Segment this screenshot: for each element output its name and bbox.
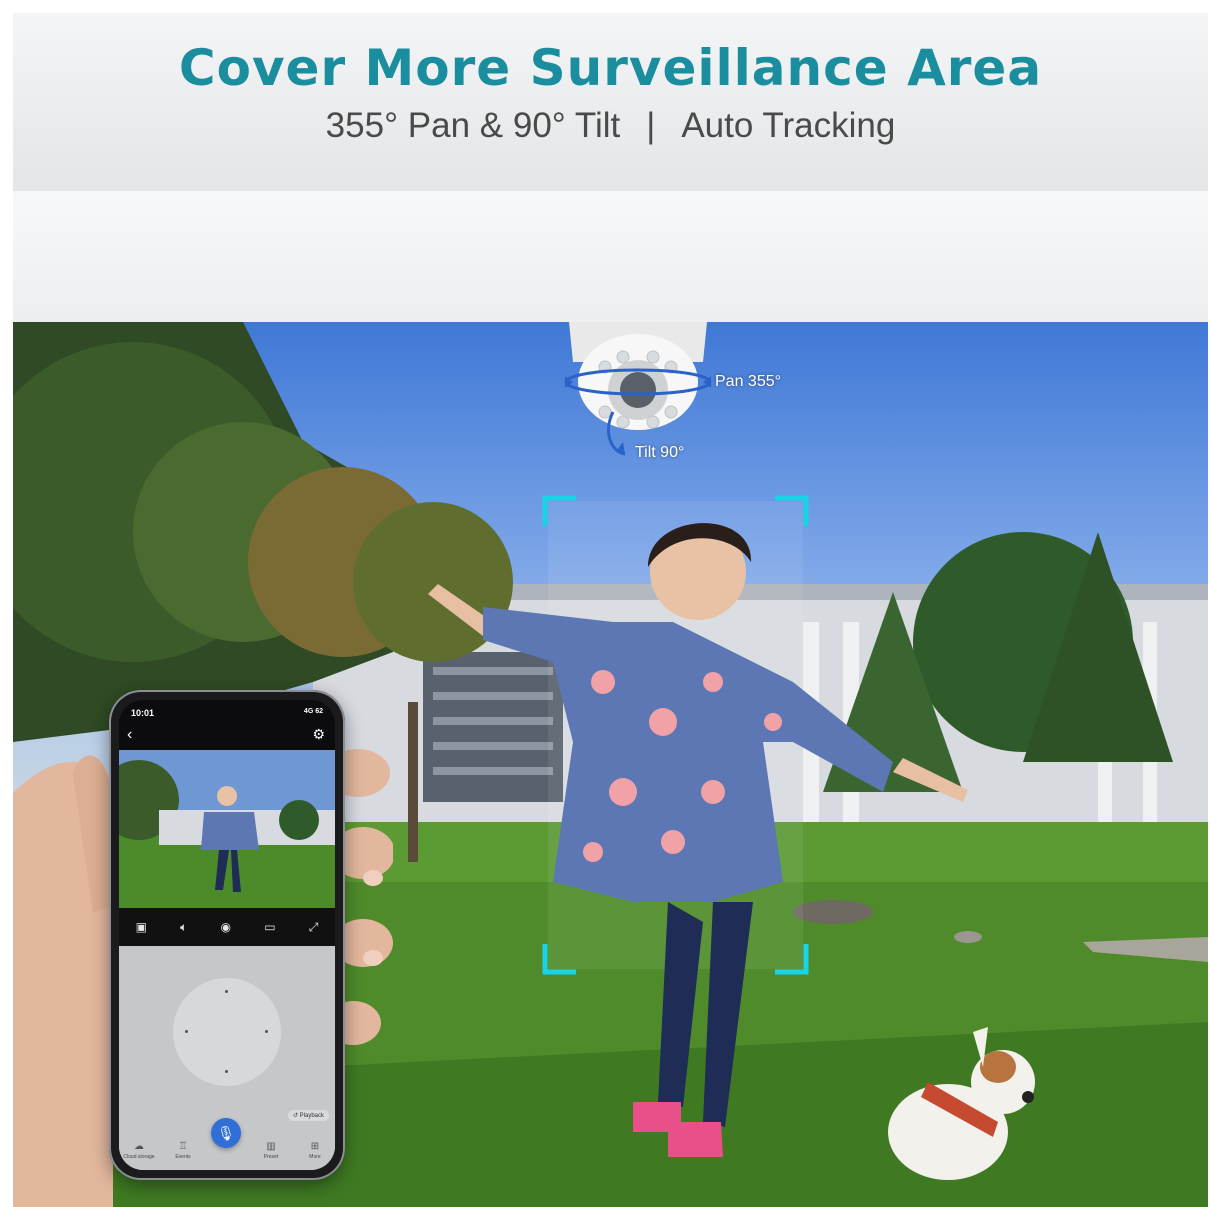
microphone-button[interactable]: 🎙︎: [211, 1118, 241, 1148]
status-bar: 10:01 4G 62: [119, 700, 335, 722]
live-video[interactable]: [119, 750, 335, 908]
playback-button[interactable]: ↺ Playback: [287, 1110, 329, 1121]
nav-label: Events: [175, 1154, 191, 1160]
bottom-nav: ☁ Cloud storage ♖ Events 🎙︎ ▥ Preset ⊞ More: [119, 1118, 335, 1170]
smartphone: 10:01 4G 62 ‹ ⚙ ▣ 🔈︎ ◉ ▭ ⤢ ↺ Playback ☁ …: [109, 690, 345, 1180]
hd-icon[interactable]: ▣: [136, 920, 147, 934]
auto-tracking-text: Auto Tracking: [681, 106, 896, 145]
cloud-icon: ☁: [134, 1141, 144, 1152]
video-toolbar: ▣ 🔈︎ ◉ ▭ ⤢: [119, 908, 335, 946]
page-title: Cover More Surveillance Area: [178, 39, 1043, 97]
ceiling-mount: [13, 191, 1208, 322]
subtitle-separator: |: [646, 106, 656, 145]
app-navbar: ‹ ⚙: [119, 724, 335, 750]
nav-cloud-storage[interactable]: ☁ Cloud storage: [119, 1141, 159, 1160]
clock: 10:01: [131, 708, 155, 718]
playback-label: Playback: [299, 1113, 324, 1119]
header-banner: Cover More Surveillance Area 355° Pan & …: [13, 13, 1208, 191]
nav-more[interactable]: ⊞ More: [295, 1141, 335, 1160]
signal-status: 4G 62: [303, 708, 323, 715]
fullscreen-icon[interactable]: ⤢: [309, 920, 319, 935]
video-thumbnail: [119, 750, 335, 908]
back-icon[interactable]: ‹: [127, 726, 132, 744]
nav-preset[interactable]: ▥ Preset: [251, 1141, 291, 1160]
nav-label: Preset: [263, 1154, 279, 1160]
map-icon: ▥: [266, 1141, 276, 1152]
alarm-icon: ♖: [178, 1141, 188, 1152]
product-image: Cover More Surveillance Area 355° Pan & …: [13, 13, 1208, 1207]
ptz-joystick[interactable]: [173, 978, 281, 1086]
nav-label: More: [309, 1154, 321, 1160]
record-icon[interactable]: ▭: [264, 920, 275, 934]
microphone-icon: 🎙︎: [217, 1125, 235, 1141]
nav-label: Cloud storage: [123, 1154, 155, 1160]
pan-label: Pan 355°: [715, 373, 782, 390]
gear-icon[interactable]: ⚙: [312, 726, 325, 743]
camera-icon[interactable]: ◉: [221, 920, 231, 934]
app-screen: 10:01 4G 62 ‹ ⚙ ▣ 🔈︎ ◉ ▭ ⤢ ↺ Playback ☁ …: [119, 700, 335, 1170]
grid-icon: ⊞: [310, 1141, 320, 1152]
tilt-label: Tilt 90°: [635, 444, 685, 461]
ptz-control-panel: ↺ Playback ☁ Cloud storage ♖ Events 🎙︎ ▥ Pr…: [119, 946, 335, 1170]
nav-events[interactable]: ♖ Events: [163, 1141, 203, 1160]
feature-subtitle: 355° Pan & 90° Tilt | Auto Tracking: [13, 106, 1208, 146]
pan-tilt-text: 355° Pan & 90° Tilt: [325, 106, 621, 145]
speaker-icon[interactable]: 🔈︎: [180, 920, 187, 935]
